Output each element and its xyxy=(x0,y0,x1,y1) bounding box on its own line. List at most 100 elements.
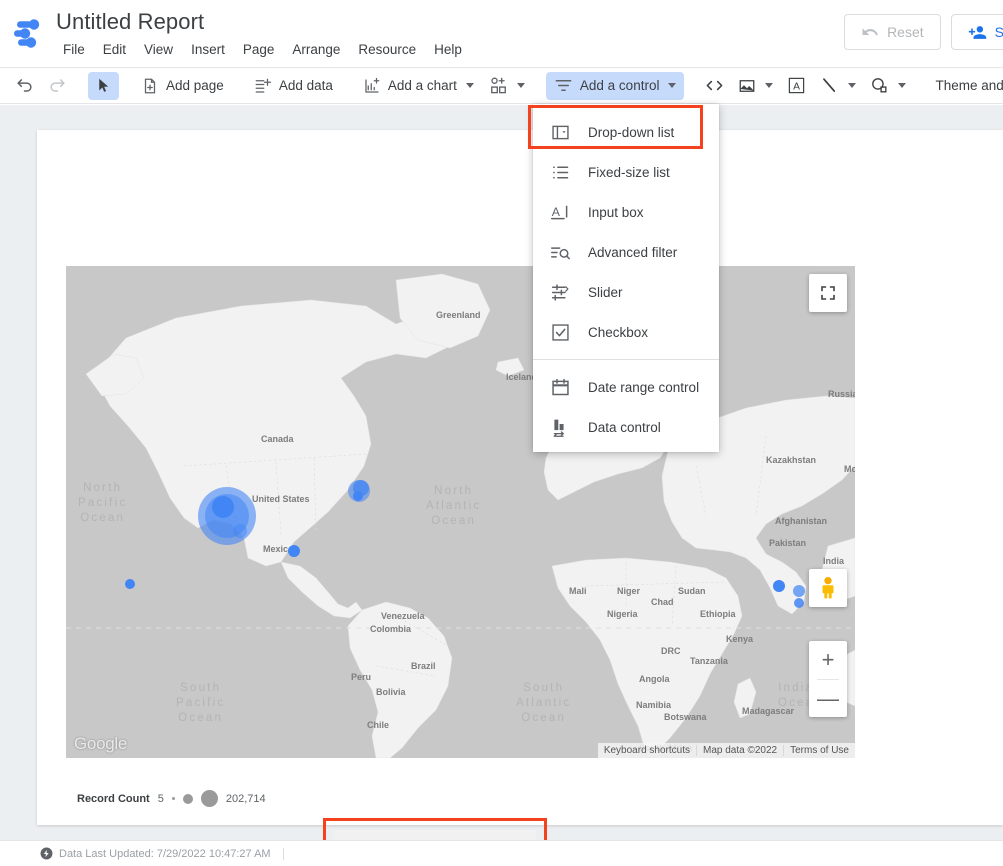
menu-divider xyxy=(533,359,719,360)
add-control-menu[interactable]: Drop-down list Fixed-size list A Input xyxy=(533,104,719,452)
ocean-label: NorthPacificOcean xyxy=(78,481,127,526)
map-place-label: Greenland xyxy=(436,310,481,320)
filter-lines-icon xyxy=(554,76,573,95)
map-place-label: Botswana xyxy=(664,712,707,722)
undo-button[interactable] xyxy=(8,72,41,100)
text-box-icon: A xyxy=(787,76,806,95)
menu-item-label: Drop-down list xyxy=(588,125,674,140)
add-control-button[interactable]: Add a control xyxy=(546,72,685,100)
embed-code-icon xyxy=(705,76,724,95)
map-bubble[interactable] xyxy=(212,496,234,518)
legend-min-value: 5 xyxy=(158,793,164,805)
zoom-out-button[interactable]: — xyxy=(809,680,847,718)
fullscreen-icon xyxy=(820,285,836,301)
add-data-button[interactable]: Add data xyxy=(246,72,341,100)
keyboard-shortcuts-link[interactable]: Keyboard shortcuts xyxy=(598,745,696,756)
zoom-in-button[interactable]: + xyxy=(809,641,847,679)
menu-arrange[interactable]: Arrange xyxy=(283,40,349,59)
community-viz-button[interactable] xyxy=(482,72,532,100)
chevron-down-icon xyxy=(517,83,525,88)
reset-button[interactable]: Reset xyxy=(844,14,941,50)
menu-item-date-range-control[interactable]: Date range control xyxy=(533,367,719,407)
map-place-label: Peru xyxy=(351,672,371,682)
canvas-workarea: NorthPacificOcean NorthAtlanticOcean Sou… xyxy=(0,105,1003,840)
share-button[interactable]: Share xyxy=(951,14,1003,50)
geo-bubble-map-chart[interactable]: NorthPacificOcean NorthAtlanticOcean Sou… xyxy=(66,266,855,758)
map-place-label: Namibia xyxy=(636,700,671,710)
database-plus-icon xyxy=(254,77,272,95)
select-tool-button[interactable] xyxy=(88,72,119,100)
theme-layout-label: Theme and layout xyxy=(935,78,1003,93)
shape-button[interactable] xyxy=(863,72,913,100)
share-label: Share xyxy=(995,24,1003,40)
menu-resource[interactable]: Resource xyxy=(349,40,425,59)
menu-item-label: Advanced filter xyxy=(588,245,677,260)
report-title[interactable]: Untitled Report xyxy=(56,9,204,35)
redo-icon xyxy=(48,76,67,95)
chevron-down-icon xyxy=(848,83,856,88)
map-place-label: DRC xyxy=(661,646,681,656)
map-bubble[interactable] xyxy=(773,580,785,592)
slider-icon xyxy=(550,282,571,303)
map-place-label: Bolivia xyxy=(376,687,406,697)
looker-studio-app: Untitled Report File Edit View Insert Pa… xyxy=(0,0,1003,866)
street-view-pegman-icon[interactable] xyxy=(809,569,847,607)
menu-item-advanced-filter[interactable]: Advanced filter xyxy=(533,232,719,272)
map-bubble[interactable] xyxy=(793,585,805,597)
map-place-label: Madagascar xyxy=(742,706,794,716)
add-page-button[interactable]: Add page xyxy=(133,72,232,100)
menu-item-checkbox[interactable]: Checkbox xyxy=(533,312,719,352)
map-place-label: Chad xyxy=(651,597,674,607)
menu-item-input-box[interactable]: A Input box xyxy=(533,192,719,232)
header-actions: Reset Share xyxy=(844,14,1003,50)
text-button[interactable]: A xyxy=(780,72,813,100)
line-icon xyxy=(820,76,839,95)
menu-item-slider[interactable]: Slider xyxy=(533,272,719,312)
map-place-label: Venezuela xyxy=(381,611,425,621)
map-place-label: Tanzania xyxy=(690,656,728,666)
bar-chart-plus-icon xyxy=(363,77,381,95)
embed-button[interactable] xyxy=(698,72,731,100)
map-bubble[interactable] xyxy=(288,545,300,557)
map-data-copyright: Map data ©2022 xyxy=(696,745,783,756)
add-control-label: Add a control xyxy=(580,78,660,93)
map-bubble[interactable] xyxy=(794,598,804,608)
map-zoom-controls[interactable]: + — xyxy=(809,641,847,717)
theme-layout-button[interactable]: Theme and layout xyxy=(927,72,1003,100)
menu-help[interactable]: Help xyxy=(425,40,471,59)
menu-edit[interactable]: Edit xyxy=(94,40,135,59)
map-place-label: Mali xyxy=(569,586,587,596)
menu-file[interactable]: File xyxy=(54,40,94,59)
svg-text:A: A xyxy=(552,205,561,219)
main-toolbar: Add page Add data Add a chart xyxy=(0,68,1003,104)
menu-item-label: Input box xyxy=(588,205,644,220)
terms-of-use-link[interactable]: Terms of Use xyxy=(783,745,855,756)
map-attribution: Keyboard shortcuts Map data ©2022 Terms … xyxy=(598,743,855,758)
redo-button[interactable] xyxy=(41,72,74,100)
menu-item-fixed-size-list[interactable]: Fixed-size list xyxy=(533,152,719,192)
map-bubble[interactable] xyxy=(125,579,135,589)
map-place-label: Sudan xyxy=(678,586,706,596)
reset-label: Reset xyxy=(887,24,924,40)
add-chart-button[interactable]: Add a chart xyxy=(355,72,482,100)
map-place-label: Niger xyxy=(617,586,640,596)
menu-item-label: Checkbox xyxy=(588,325,648,340)
fullscreen-button[interactable] xyxy=(809,274,847,312)
map-bubble[interactable] xyxy=(353,491,363,501)
menu-item-data-control[interactable]: Data control xyxy=(533,407,719,447)
menu-insert[interactable]: Insert xyxy=(182,40,234,59)
line-button[interactable] xyxy=(813,72,863,100)
cursor-arrow-icon xyxy=(95,77,112,94)
menu-view[interactable]: View xyxy=(135,40,182,59)
map-bubble[interactable] xyxy=(233,524,247,538)
checkbox-icon xyxy=(550,322,571,343)
menu-page[interactable]: Page xyxy=(234,40,284,59)
looker-studio-logo-icon xyxy=(12,18,46,50)
map-place-label: Brazil xyxy=(411,661,436,671)
map-place-label: India xyxy=(823,556,844,566)
map-place-label: Kenya xyxy=(726,634,753,644)
report-page[interactable]: NorthPacificOcean NorthAtlanticOcean Sou… xyxy=(37,130,1003,825)
image-button[interactable] xyxy=(731,72,780,100)
menu-item-drop-down-list[interactable]: Drop-down list xyxy=(533,112,719,152)
map-place-label: Pakistan xyxy=(769,538,806,548)
